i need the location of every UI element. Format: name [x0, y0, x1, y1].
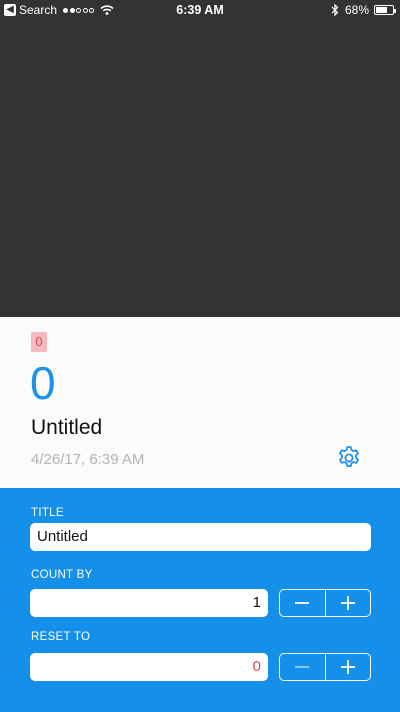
counter-title: Untitled — [31, 416, 103, 439]
editor-panel: TITLE Untitled COUNT BY 1 RESET TO 0 — [0, 488, 400, 712]
status-right: 68% — [331, 3, 396, 17]
count-by-label: COUNT BY — [31, 569, 93, 581]
reset-to-stepper — [279, 653, 371, 681]
battery-icon — [374, 5, 396, 15]
title-input[interactable]: Untitled — [30, 523, 371, 551]
reset-to-decrement-button[interactable] — [280, 654, 325, 680]
counter-value[interactable]: 0 — [30, 355, 56, 411]
counter-card[interactable]: 0 0 Untitled 4/26/17, 6:39 AM — [0, 317, 400, 488]
count-badge: 0 — [31, 332, 47, 352]
count-by-decrement-button[interactable] — [280, 590, 325, 616]
count-by-input[interactable]: 1 — [30, 589, 268, 617]
title-label: TITLE — [31, 507, 64, 519]
minus-icon — [295, 666, 310, 668]
battery-percent: 68% — [344, 3, 369, 17]
count-by-stepper — [279, 589, 371, 617]
count-by-increment-button[interactable] — [324, 590, 371, 616]
bluetooth-icon — [331, 4, 339, 16]
minus-icon — [295, 602, 310, 604]
counter-timestamp: 4/26/17, 6:39 AM — [31, 451, 145, 468]
reset-to-label: RESET TO — [31, 631, 91, 643]
status-bar: ◀ Search 6:39 AM 68% — [0, 0, 400, 20]
reset-to-increment-button[interactable] — [324, 654, 371, 680]
plus-icon — [340, 596, 355, 610]
gear-icon[interactable] — [336, 445, 362, 471]
reset-to-input[interactable]: 0 — [30, 653, 268, 681]
plus-icon — [340, 660, 355, 674]
